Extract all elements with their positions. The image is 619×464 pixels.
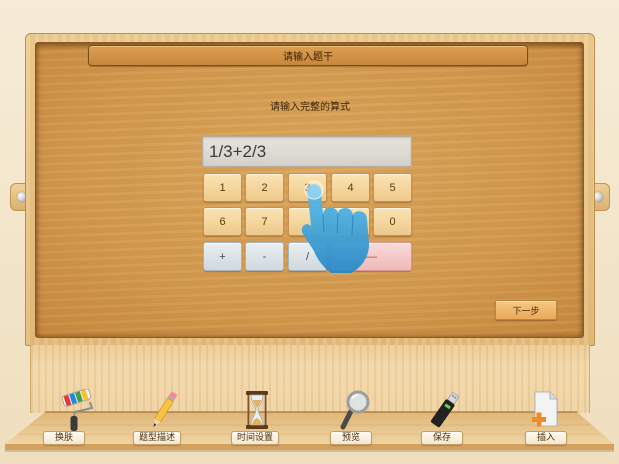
toolbar-item-save[interactable]: 保存 — [412, 386, 472, 446]
page-title: 请输入题干 — [283, 52, 333, 63]
magnifier-icon — [340, 390, 370, 430]
toolbar-label: 换肤 — [43, 431, 85, 445]
usb-drive-icon — [430, 391, 460, 428]
pencil-icon — [153, 391, 177, 427]
key-1[interactable]: 1 — [203, 173, 242, 202]
board-stand — [30, 345, 590, 413]
toolbar-item-preview[interactable]: 预览 — [321, 386, 381, 446]
toolbar-item-question-type-description[interactable]: 题型描述 — [127, 386, 187, 446]
page-title-bar: 请输入题干 — [88, 45, 528, 66]
key-7[interactable]: 7 — [245, 207, 284, 236]
expression-input[interactable] — [202, 136, 412, 167]
hourglass-icon — [246, 391, 268, 429]
expression-prompt: 请输入完整的算式 — [270, 102, 350, 113]
toolbar-label: 预览 — [330, 431, 372, 445]
toolbar-item-insert[interactable]: 插入 — [516, 386, 576, 446]
toolbar-label: 时间设置 — [231, 431, 279, 445]
toolbar-label: 保存 — [421, 431, 463, 445]
paint-roller-icon — [61, 389, 94, 431]
toolbar-item-time-settings[interactable]: 时间设置 — [225, 386, 285, 446]
toolbar-label: 插入 — [525, 431, 567, 445]
key-minus[interactable]: - — [245, 242, 284, 271]
key-plus[interactable]: + — [203, 242, 242, 271]
toolbar-label: 题型描述 — [133, 431, 181, 445]
hand-pointer-icon — [301, 180, 369, 273]
key-2[interactable]: 2 — [245, 173, 284, 202]
toolbar-item-skin[interactable]: 换肤 — [34, 386, 94, 446]
insert-document-icon — [532, 391, 558, 427]
key-6[interactable]: 6 — [203, 207, 242, 236]
next-step-button[interactable]: 下一步 — [495, 300, 557, 320]
next-step-label: 下一步 — [512, 306, 540, 317]
